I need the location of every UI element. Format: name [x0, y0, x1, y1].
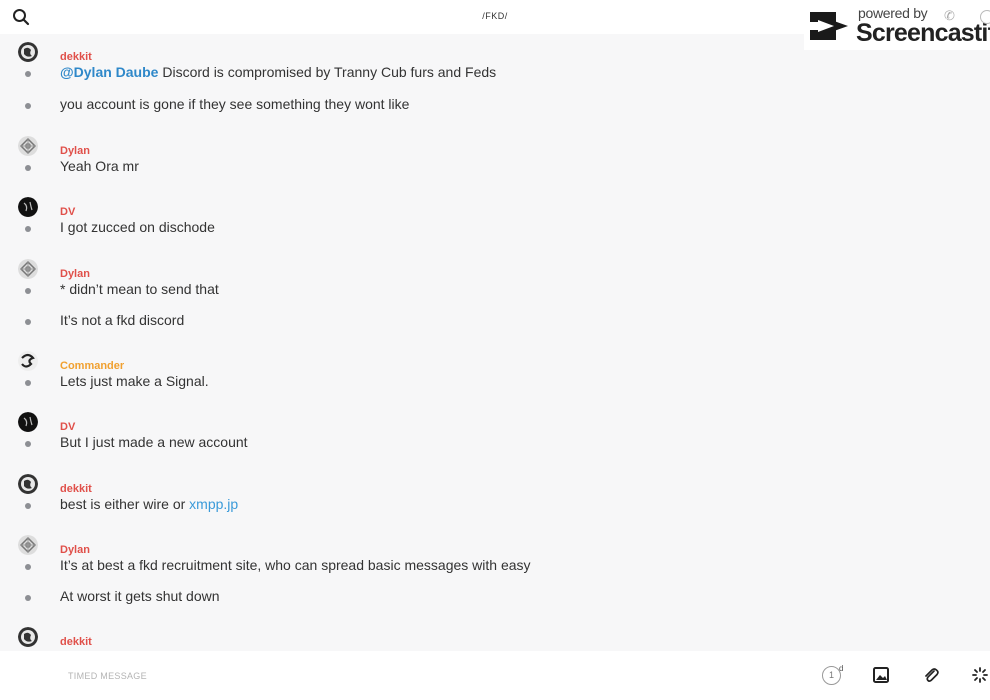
message-text: It’s at best a fkd recruitment site, who…	[60, 557, 531, 573]
message-bullet	[25, 319, 31, 325]
message-line: * didn’t mean to send that	[0, 280, 990, 302]
link-xmpp[interactable]: xmpp.jp	[189, 496, 238, 512]
loading-spinner-icon[interactable]	[972, 667, 988, 688]
info-icon[interactable]	[980, 10, 990, 24]
image-icon[interactable]	[873, 667, 889, 688]
avatar[interactable]	[18, 351, 38, 371]
avatar[interactable]	[18, 535, 38, 555]
message-text: It’s not a fkd discord	[60, 312, 185, 328]
message-author[interactable]: Dylan	[60, 544, 90, 556]
message-line: best is either wire or xmpp.jp	[0, 495, 990, 517]
message-bullet	[25, 103, 31, 109]
message-input[interactable]: TIMED MESSAGE	[68, 671, 147, 681]
avatar[interactable]	[18, 197, 38, 217]
message-bullet	[25, 503, 31, 509]
avatar[interactable]	[18, 42, 38, 62]
message-author[interactable]: DV	[60, 206, 75, 218]
avatar[interactable]	[18, 474, 38, 494]
composer-bar: TIMED MESSAGE 1 d	[0, 651, 990, 700]
message-line: It’s not a fkd discord	[0, 311, 990, 333]
message-bullet	[25, 441, 31, 447]
message-text: you account is gone if they see somethin…	[60, 96, 410, 112]
message-bullet	[25, 226, 31, 232]
message-line: But I just made a new account	[0, 433, 990, 455]
message-author[interactable]: dekkit	[60, 483, 92, 495]
message-text: Lets just make a Signal.	[60, 373, 209, 389]
message-author[interactable]: dekkit	[60, 51, 92, 63]
message-text: At worst it gets shut down	[60, 588, 220, 604]
message-line: Yeah Ora mr	[0, 157, 990, 179]
message-line: At worst it gets shut down	[0, 587, 990, 609]
message-author[interactable]: Commander	[60, 360, 124, 372]
avatar[interactable]	[18, 412, 38, 432]
message-text: I got zucced on dischode	[60, 219, 215, 235]
message-text: Yeah Ora mr	[60, 158, 139, 174]
message-bullet	[25, 288, 31, 294]
message-line: Lets just make a Signal.	[0, 372, 990, 394]
message-text: But I just made a new account	[60, 434, 248, 450]
message-bullet	[25, 380, 31, 386]
message-text: * didn’t mean to send that	[60, 281, 219, 297]
message-bullet	[25, 71, 31, 77]
message-text: best is either wire or xmpp.jp	[60, 496, 239, 512]
timer-unit: d	[839, 664, 844, 673]
message-line: It’s at best a fkd recruitment site, who…	[0, 556, 990, 578]
avatar[interactable]	[18, 259, 38, 279]
message-line: I got zucced on dischode	[0, 218, 990, 240]
message-text: @Dylan Daube Discord is compromised by T…	[60, 64, 497, 80]
message-author[interactable]: Dylan	[60, 268, 90, 280]
phone-icon[interactable]: ✆	[944, 8, 955, 24]
message-author[interactable]: Dylan	[60, 145, 90, 157]
message-bullet	[25, 564, 31, 570]
message-line: you account is gone if they see somethin…	[0, 95, 990, 117]
message-list: dekkit @Dylan Daube Discord is compromis…	[0, 38, 990, 650]
message-line: @Dylan Daube Discord is compromised by T…	[0, 63, 990, 85]
avatar[interactable]	[18, 136, 38, 156]
paperclip-icon[interactable]	[923, 667, 939, 689]
message-bullet	[25, 595, 31, 601]
message-author[interactable]: dekkit	[60, 636, 92, 648]
avatar[interactable]	[18, 627, 38, 647]
message-bullet	[25, 165, 31, 171]
user-mention[interactable]: @Dylan Daube	[60, 64, 158, 80]
message-author[interactable]: DV	[60, 421, 75, 433]
